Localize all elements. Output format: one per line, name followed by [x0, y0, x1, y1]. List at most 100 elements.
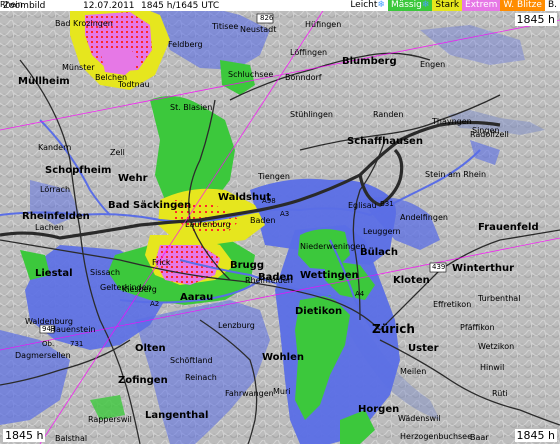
legend-item-w-blitze: W. Blitze — [500, 0, 545, 11]
place-label-z-rich: Zürich — [372, 322, 415, 336]
road-number: A3 — [280, 210, 290, 218]
place-label-thayngen: Thayngen — [432, 117, 472, 126]
place-label-schopfheim: Schopfheim — [45, 165, 112, 176]
time-label: 1845 h/1645 UTC — [141, 0, 220, 11]
place-label-titisee: Titisee — [212, 22, 239, 31]
place-label-wettingen: Wettingen — [300, 270, 359, 281]
legend: Leicht❄ Mässig❄ Stark Extrem W. Blitze B. — [347, 0, 560, 11]
place-label-singen: Singen — [472, 126, 500, 135]
place-label-turbenthal: Turbenthal — [478, 294, 521, 303]
radar-map: Zoombild 12.07.2011 1845 h/1645 UTC Leic… — [0, 0, 560, 444]
place-label-dietikon: Dietikon — [295, 306, 343, 317]
place-label-laufenburg: Laufenburg — [185, 220, 231, 229]
place-label-wehr: Wehr — [118, 173, 148, 184]
place-label-hinwil: Hinwil — [480, 363, 505, 372]
place-label-leuggern: Leuggern — [363, 227, 401, 236]
place-label-st-hlingen: Stühlingen — [290, 110, 333, 119]
place-label-aarau: Aarau — [180, 292, 214, 303]
place-label-st-blasien: St. Blasien — [170, 103, 213, 112]
place-label-engen: Engen — [420, 60, 446, 69]
snowflake-icon: ❄ — [421, 0, 430, 10]
legend-item-leicht: Leicht❄ — [347, 0, 388, 11]
place-label-uster: Uster — [408, 343, 439, 354]
place-label-randen: Randen — [373, 110, 404, 119]
road-number: 439 — [432, 263, 446, 271]
legend-item-stark: Stark — [432, 0, 463, 11]
road-number: 826 — [260, 14, 274, 22]
place-label-h-fingen: Hüfingen — [305, 20, 342, 29]
road-number: Ob. — [42, 340, 55, 348]
place-label-blumberg: Blumberg — [342, 56, 397, 67]
legend-label: Extrem — [465, 0, 498, 10]
place-label-w-denswil: Wädenswil — [398, 414, 441, 423]
place-label-kloten: Kloten — [393, 275, 430, 286]
place-label-zell: Zell — [110, 148, 125, 157]
place-label-hauenstein: Hauenstein — [50, 325, 96, 334]
place-label-fahrwangen: Fahrwangen — [225, 389, 274, 398]
place-label-eglisau: Eglisau — [348, 201, 377, 210]
corner-time-bottom-left: 1845 h — [3, 429, 46, 442]
place-label-stein-am-rhein: Stein am Rhein — [425, 170, 487, 179]
place-label-winterthur: Winterthur — [452, 263, 515, 274]
header-bar: Zoombild 12.07.2011 1845 h/1645 UTC Leic… — [0, 0, 560, 11]
road-number: A2 — [150, 300, 160, 308]
place-label-baden: Baden — [250, 216, 276, 225]
place-label-schluchsee: Schluchsee — [228, 70, 274, 79]
legend-label: Stark — [435, 0, 460, 10]
place-label-baar: Baar — [470, 433, 489, 442]
place-label-brugg: Brugg — [230, 260, 264, 271]
place-label-rhein: Rhein — [0, 0, 23, 9]
place-label-balsthal: Balsthal — [55, 434, 88, 443]
place-label-kandern: Kandern — [38, 143, 72, 152]
place-label-neustadt: Neustadt — [240, 25, 277, 34]
place-label-sissach: Sissach — [90, 268, 121, 277]
legend-item-extrem: Extrem — [462, 0, 501, 11]
place-label-r-ti: Rüti — [492, 389, 508, 398]
place-label-muri: Muri — [273, 387, 291, 396]
legend-label: W. Blitze — [503, 0, 542, 10]
place-label-kiesberg: Kiesberg — [122, 285, 157, 294]
place-label-b-lach: Bülach — [360, 247, 398, 258]
legend-label: Mässig — [390, 0, 422, 10]
place-label-tiengen: Tiengen — [258, 172, 290, 181]
place-label-l-ffingen: Löffingen — [290, 48, 328, 57]
place-label-bad-s-ckingen: Bad Säckingen — [108, 200, 192, 211]
place-label-reinach: Reinach — [185, 373, 217, 382]
place-label-rheinfelden: Rheinfelden — [22, 211, 90, 222]
place-label-rheinfelden: Rheinfelden — [245, 276, 293, 285]
place-label-andelfingen: Andelfingen — [400, 213, 448, 222]
place-label-m-llheim: Müllheim — [18, 76, 70, 87]
legend-label: Leicht — [350, 0, 378, 10]
place-label-sch-ftland: Schöftland — [170, 356, 213, 365]
place-label-effretikon: Effretikon — [433, 300, 472, 309]
legend-item-b-: B. — [544, 0, 560, 11]
place-label-horgen: Horgen — [358, 404, 400, 415]
road-number: 943 — [42, 325, 56, 333]
place-label-todtnau: Todtnau — [118, 80, 150, 89]
place-label-bad-krozingen: Bad Krozingen — [55, 19, 113, 28]
place-label-olten: Olten — [135, 343, 166, 354]
legend-item-m-ssig: Mässig❄ — [387, 0, 433, 11]
road-number: 731 — [70, 340, 84, 348]
place-label-meilen: Meilen — [400, 367, 427, 376]
place-label-bonndorf: Bonndorf — [285, 73, 322, 82]
road-number: A98 — [262, 197, 276, 205]
place-label-m-nster: Münster — [62, 63, 95, 72]
snowflake-icon: ❄ — [377, 0, 385, 10]
place-label-langenthal: Langenthal — [145, 410, 209, 421]
place-label-niederweningen: Niederweningen — [300, 242, 366, 251]
place-label-lenzburg: Lenzburg — [218, 321, 255, 330]
corner-time-bottom-right: 1845 h — [514, 429, 557, 442]
legend-label: B. — [547, 0, 557, 10]
place-label-dagmersellen: Dagmersellen — [15, 351, 71, 360]
road-number: A4 — [355, 290, 365, 298]
corner-time-top-right: 1845 h — [514, 13, 557, 26]
place-label-rapperswil: Rapperswil — [88, 415, 132, 424]
place-label-schaffhausen: Schaffhausen — [347, 136, 423, 147]
place-label-wetzikon: Wetzikon — [478, 342, 515, 351]
place-label-frauenfeld: Frauenfeld — [478, 222, 539, 233]
place-label-frick: Frick — [152, 258, 171, 267]
place-label-liestal: Liestal — [35, 268, 73, 279]
place-label-pf-ffikon: Pfäffikon — [460, 323, 495, 332]
place-label-wohlen: Wohlen — [262, 352, 304, 363]
